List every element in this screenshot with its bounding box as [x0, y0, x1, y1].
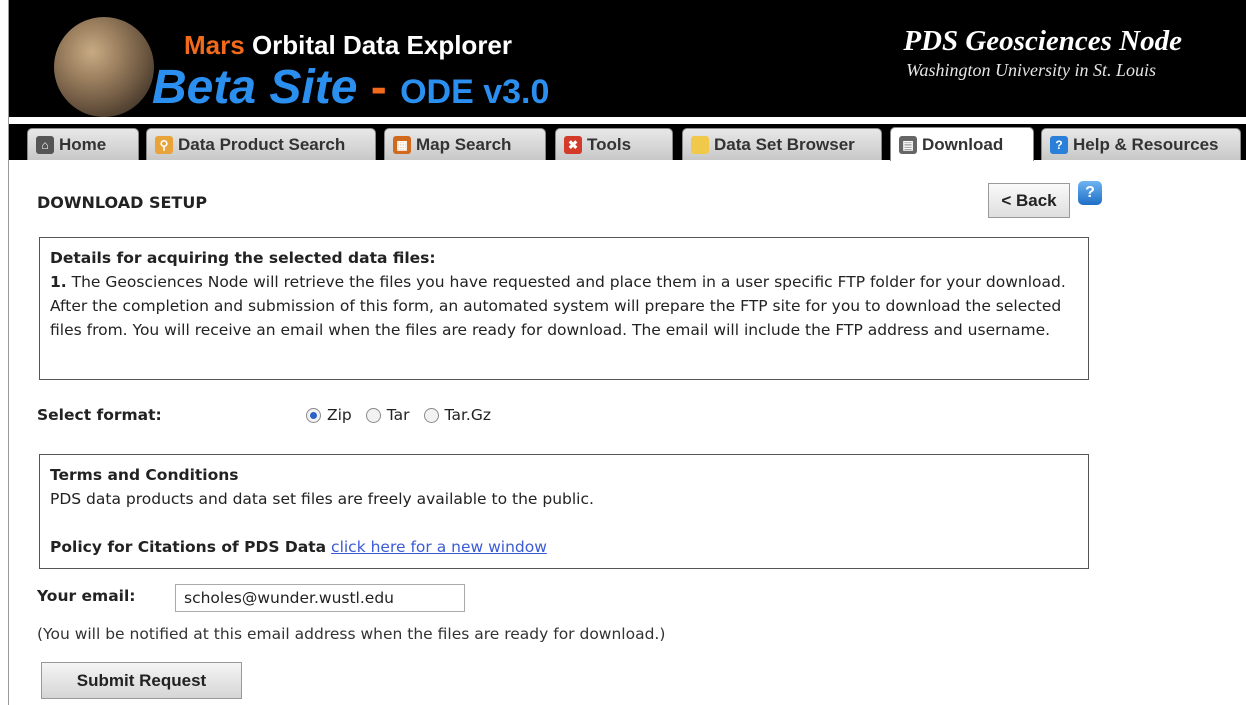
title-dash: - [370, 61, 387, 114]
tab-download[interactable]: ▤ Download [890, 127, 1034, 161]
map-icon: ▦ [393, 135, 411, 154]
node-name: PDS Geosciences Node [903, 25, 1182, 57]
tab-label: Map Search [416, 134, 512, 154]
download-icon: ▤ [899, 135, 917, 154]
node-subtitle: Washington University in St. Louis [906, 60, 1156, 80]
email-field[interactable] [175, 584, 465, 612]
page-title: DOWNLOAD SETUP [37, 193, 208, 212]
tab-label: Help & Resources [1073, 134, 1219, 154]
mars-planet-logo [54, 17, 154, 117]
format-radio-group: Zip Tar Tar.Gz [306, 406, 505, 424]
beta-label: Beta Site [152, 61, 358, 114]
terms-heading: Terms and Conditions [50, 466, 239, 484]
format-option-tar[interactable]: Tar [365, 406, 410, 424]
tab-label: Download [922, 134, 1004, 154]
help-icon: ? [1050, 135, 1068, 154]
email-notice: (You will be notified at this email addr… [37, 625, 666, 643]
tab-label: Tools [587, 134, 632, 154]
details-text: 1. The Geosciences Node will retrieve th… [50, 270, 1078, 342]
home-icon: ⌂ [36, 135, 54, 154]
tab-data-product-search[interactable]: ⚲ Data Product Search [146, 128, 376, 160]
title-rest: Orbital Data Explorer [251, 30, 513, 60]
site-header: Mars Orbital Data Explorer Beta Site - O… [9, 0, 1246, 117]
tab-label: Data Set Browser [714, 134, 855, 154]
header-separator [9, 117, 1246, 124]
policy-link[interactable]: click here for a new window [331, 538, 547, 556]
version-label: ODE v3.0 [400, 73, 550, 111]
tab-map-search[interactable]: ▦ Map Search [384, 128, 546, 160]
tab-data-set-browser[interactable]: Data Set Browser [682, 128, 882, 160]
folder-icon [691, 135, 709, 154]
policy-line: Policy for Citations of PDS Data click h… [50, 535, 1078, 559]
title-mars: Mars [184, 30, 245, 60]
details-heading: Details for acquiring the selected data … [50, 249, 436, 267]
help-icon[interactable]: ? [1078, 181, 1102, 205]
tab-home[interactable]: ⌂ Home [27, 128, 139, 160]
radio-button[interactable] [306, 407, 321, 423]
tab-label: Data Product Search [178, 134, 346, 154]
radio-button[interactable] [423, 407, 439, 423]
format-label: Select format: [37, 406, 162, 424]
step-text: The Geosciences Node will retrieve the f… [50, 273, 1066, 339]
format-option-targz[interactable]: Tar.Gz [423, 406, 491, 424]
format-option-zip[interactable]: Zip [306, 406, 352, 424]
policy-label: Policy for Citations of PDS Data [50, 538, 327, 556]
email-label: Your email: [37, 587, 136, 605]
radio-button[interactable] [365, 407, 381, 423]
beta-title: Beta Site - ODE v3.0 [152, 64, 549, 112]
radio-label: Tar.Gz [444, 406, 491, 424]
details-box: Details for acquiring the selected data … [39, 237, 1089, 380]
terms-text: PDS data products and data set files are… [50, 490, 594, 508]
radio-label: Zip [327, 406, 352, 424]
back-button[interactable]: < Back [988, 183, 1070, 218]
search-icon: ⚲ [155, 135, 173, 154]
tab-tools[interactable]: ✖ Tools [555, 128, 673, 160]
tab-label: Home [59, 134, 107, 154]
step-number: 1. [50, 273, 67, 291]
submit-request-button[interactable]: Submit Request [41, 662, 242, 699]
terms-box: Terms and Conditions PDS data products a… [39, 454, 1089, 569]
tab-help-resources[interactable]: ? Help & Resources [1041, 128, 1241, 160]
site-title: Mars Orbital Data Explorer [184, 30, 512, 61]
tools-icon: ✖ [564, 135, 582, 154]
radio-label: Tar [386, 406, 410, 424]
